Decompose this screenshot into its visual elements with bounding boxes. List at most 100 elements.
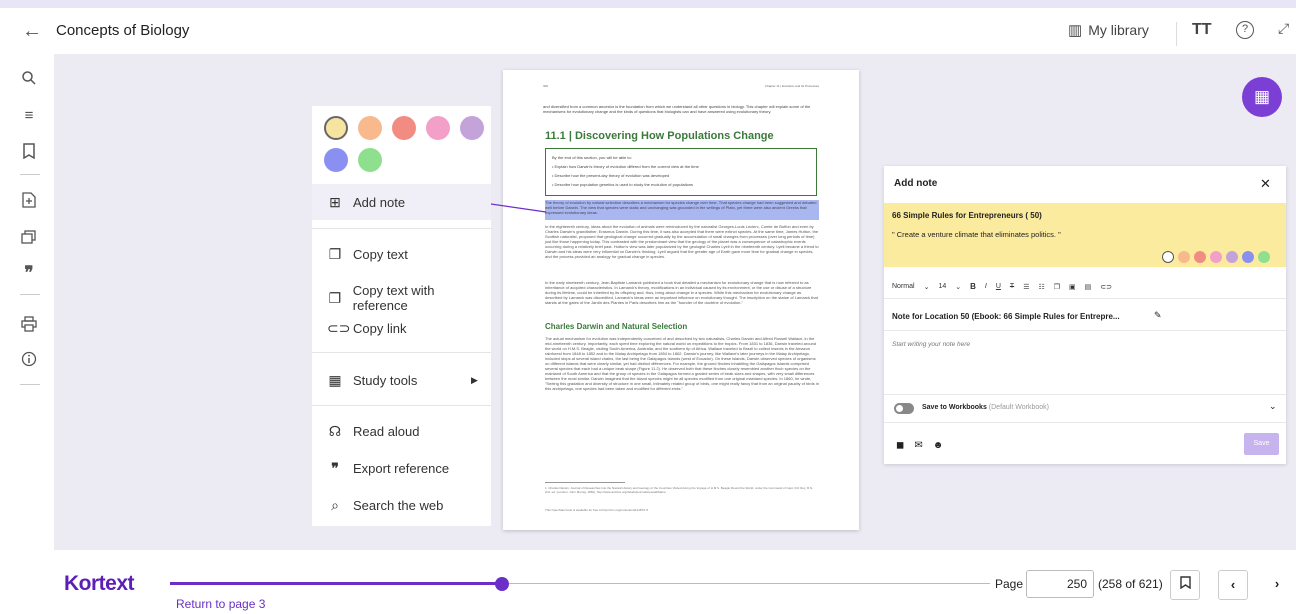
quote-text: " Create a venture climate that eliminat…	[892, 230, 1061, 239]
close-icon[interactable]: ✕	[1260, 176, 1271, 192]
note-color-red[interactable]	[1194, 251, 1206, 263]
footnote: 1. Charles Darwin, Journal of Researches…	[545, 486, 813, 494]
menu-item-copy-text[interactable]: ❐ Copy text	[327, 246, 408, 263]
footnote-rule	[545, 482, 625, 483]
quote-block: 66 Simple Rules for Entrepreneurs ( 50) …	[884, 203, 1286, 267]
bold-icon[interactable]: B	[970, 282, 976, 291]
menu-item-copy-link[interactable]: ⊂⊃ Copy link	[327, 320, 406, 337]
menu-item-read-aloud[interactable]: ☊ Read aloud	[327, 423, 420, 440]
note-color-white[interactable]	[1162, 251, 1174, 263]
underline-icon[interactable]: U	[996, 283, 1001, 290]
arrow-left-icon[interactable]: ←	[22, 20, 42, 43]
context-menu: ⊞ Add note ❐ Copy text ❐ Copy text with …	[312, 184, 491, 526]
subsection-title: Charles Darwin and Natural Selection	[545, 322, 688, 331]
menu-item-study-tools[interactable]: ▦ Study tools ▶	[327, 372, 478, 389]
link-icon[interactable]: ⊂⊃	[1100, 283, 1112, 291]
numbered-list-icon[interactable]: ☰	[1023, 283, 1029, 291]
copy-icon[interactable]: ❐	[1054, 283, 1060, 291]
save-to-workbooks-toggle[interactable]	[894, 403, 914, 414]
study-tools-icon: ▦	[328, 372, 342, 388]
page-label: Page	[995, 577, 1024, 591]
print-icon[interactable]	[20, 316, 38, 334]
top-bar: ← Concepts of Biology ▥ My library TT ? …	[0, 0, 1296, 54]
note-color-blue[interactable]	[1242, 251, 1254, 263]
style-select[interactable]: Normal	[892, 283, 915, 290]
progress-fill	[170, 582, 503, 585]
paragraph: In the eighteenth century, ideas about t…	[545, 224, 819, 259]
note-body-input[interactable]: Start writing your note here	[892, 341, 970, 348]
save-to-workbooks-label: Save to Workbooks (Default Workbook)	[922, 404, 1049, 411]
objective-item: • Describe how the present-day theory of…	[552, 173, 670, 178]
menu-divider	[312, 228, 491, 229]
formatting-toolbar: Normal ⌄ 14 ⌄ B I U T ☰ ☷ ❐ ▣ ▤ ⊂⊃	[892, 282, 1112, 291]
paragraph: The actual mechanism for evolution was i…	[545, 336, 820, 391]
next-page-button[interactable]: ›	[1262, 570, 1292, 600]
note-title[interactable]: Note for Location 50 (Ebook: 66 Simple R…	[892, 312, 1120, 321]
note-color-orange[interactable]	[1178, 251, 1190, 263]
chevron-down-icon[interactable]: ⌄	[1269, 401, 1277, 412]
chevron-right-icon: ▶	[471, 375, 478, 385]
study-tools-fab[interactable]: ▦	[1242, 77, 1282, 117]
strikethrough-icon[interactable]: T	[1010, 283, 1014, 290]
info-icon[interactable]	[20, 351, 38, 369]
image-icon[interactable]: ▣	[1069, 283, 1076, 291]
color-swatch-yellow[interactable]	[324, 116, 348, 140]
share-icons: ◼ ✉ ☻	[896, 440, 943, 451]
my-library-button[interactable]: ▥ My library	[1068, 21, 1149, 39]
prev-page-button[interactable]: ‹	[1218, 570, 1248, 600]
save-button[interactable]: Save	[1244, 433, 1279, 455]
bullet-list-icon[interactable]: ☷	[1038, 283, 1044, 291]
italic-icon[interactable]: I	[985, 283, 987, 290]
help-icon[interactable]: ?	[1236, 21, 1254, 39]
contents-icon[interactable]: ≡	[20, 107, 38, 125]
highlighted-text[interactable]: The theory of evolution by natural selec…	[545, 200, 819, 220]
share-user-icon[interactable]: ☻	[933, 440, 944, 451]
divider	[1176, 22, 1177, 46]
sidebar: ≡ ❞	[0, 54, 54, 614]
search-icon[interactable]	[20, 70, 38, 88]
color-swatch-green[interactable]	[358, 148, 382, 172]
menu-item-add-note[interactable]: ⊞ Add note	[327, 194, 405, 211]
bookmark-icon[interactable]	[20, 143, 38, 161]
color-swatch-orange[interactable]	[358, 116, 382, 140]
read-aloud-icon: ☊	[328, 423, 342, 439]
note-color-green[interactable]	[1258, 251, 1270, 263]
divider	[884, 330, 1286, 331]
quote-source: 66 Simple Rules for Entrepreneurs ( 50)	[892, 211, 1042, 220]
color-swatch-blue[interactable]	[324, 148, 348, 172]
note-color-pink[interactable]	[1210, 251, 1222, 263]
sidebar-divider	[20, 294, 40, 295]
pencil-icon[interactable]: ✎	[1154, 310, 1162, 321]
link-icon: ⊂⊃	[327, 320, 351, 336]
sidebar-divider	[20, 384, 40, 385]
return-to-page-link[interactable]: Return to page 3	[176, 597, 265, 611]
menu-item-copy-text-reference[interactable]: ❐ Copy text with reference	[327, 283, 491, 313]
bookmark-button[interactable]	[1170, 570, 1200, 600]
email-icon[interactable]: ✉	[914, 440, 922, 451]
page-of-total: (258 of 621)	[1098, 577, 1163, 591]
onenote-icon[interactable]: ◼	[896, 440, 904, 451]
book-page[interactable]: 300 Chapter 11 | Evolution and Its Proce…	[503, 70, 859, 530]
calendar-icon[interactable]: ▤	[1085, 283, 1092, 291]
color-swatch-red[interactable]	[392, 116, 416, 140]
intro-paragraph: and diversified from a common ancestor i…	[543, 104, 811, 114]
menu-item-search-web[interactable]: ⌕ Search the web	[327, 497, 443, 514]
learning-objectives: By the end of this section, you will be …	[545, 148, 817, 196]
chevron-down-icon: ⌄	[955, 283, 962, 291]
expand-icon[interactable]: ⤢	[1278, 20, 1289, 37]
add-note-icon[interactable]	[20, 192, 38, 210]
text-size-button[interactable]: TT	[1192, 21, 1212, 39]
library-icon: ▥	[1068, 22, 1083, 39]
divider	[884, 422, 1286, 423]
progress-knob[interactable]	[495, 577, 510, 591]
highlights-icon[interactable]	[20, 229, 38, 247]
page-header: 300 Chapter 11 | Evolution and Its Proce…	[543, 84, 819, 88]
size-select[interactable]: 14	[938, 283, 946, 290]
menu-item-export-reference[interactable]: ❞ Export reference	[327, 460, 449, 477]
color-swatch-pink[interactable]	[426, 116, 450, 140]
quote-icon[interactable]: ❞	[20, 264, 38, 282]
page-input[interactable]: 250	[1026, 570, 1094, 598]
color-swatch-purple[interactable]	[460, 116, 484, 140]
note-color-purple[interactable]	[1226, 251, 1238, 263]
objective-item: • Explain how Darwin's theory of evoluti…	[552, 164, 699, 169]
